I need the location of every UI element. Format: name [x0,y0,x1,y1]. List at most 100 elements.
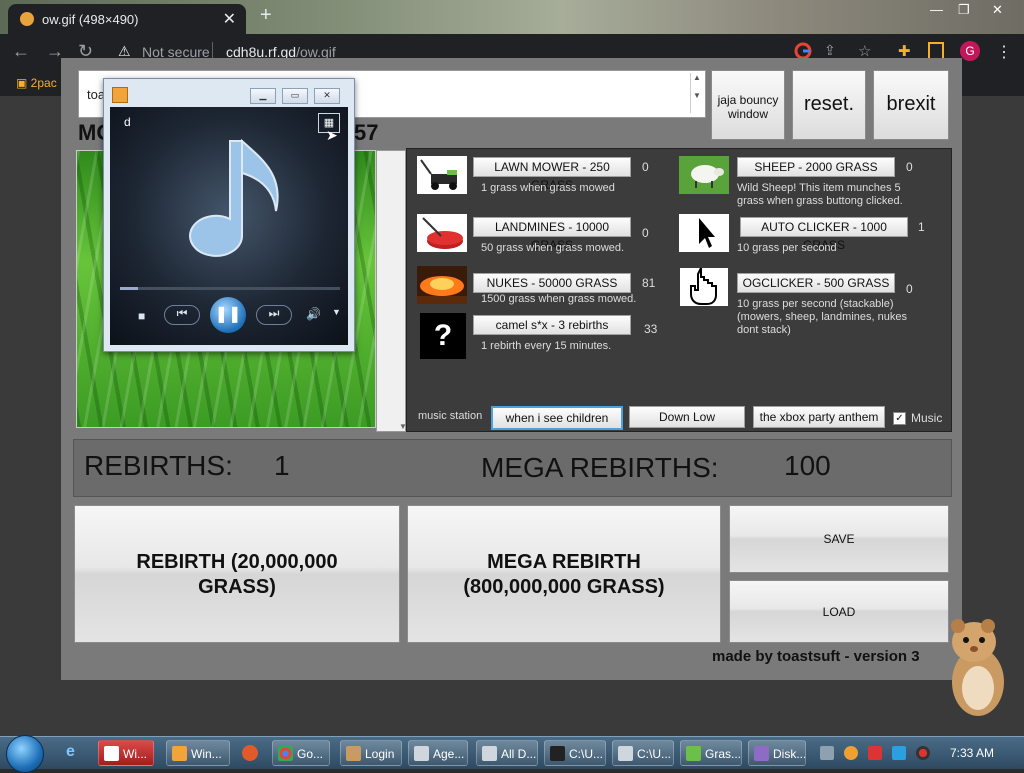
buy-nukes-button[interactable]: NUKES - 50000 GRASS [473,273,631,293]
buy-landmines-button[interactable]: LANDMINES - 10000 GRASS [473,217,631,252]
camel-desc: 1 rebirth every 15 minutes. [481,340,612,352]
taskbar-item-3[interactable]: Go... [272,740,330,766]
stop-icon[interactable]: ■ [138,309,145,323]
taskbar-app-icon[interactable] [242,745,258,761]
restore-window-icon[interactable]: ❐ [958,2,970,18]
taskbar-item-9-label: Gras... [705,747,742,761]
previous-icon[interactable]: ⏮ [164,305,200,325]
more-menu-icon[interactable]: ⋮ [996,42,1014,61]
auto-clicker-desc: 10 grass per second [737,242,837,254]
tab-title: ow.gif (498×490) [42,12,139,27]
buy-ogclicker-button[interactable]: OGCLICKER - 500 GRASS [737,273,895,293]
internet-explorer-icon[interactable]: e [66,743,75,761]
pause-icon[interactable]: ❚❚ [210,297,246,333]
taskbar-app-icon [346,746,361,761]
media-player-window: ▁ ▭ ✕ d ▦ ■ ⏮ ❚❚ ⏭ 🔊 ▼ ➤ [103,78,355,352]
track-button-2[interactable]: Down Low [629,406,745,428]
mega-rebirths-value: 100 [784,450,831,481]
rebirth-stats-bar: REBIRTHS: 1 MEGA REBIRTHS: 100 [73,439,952,497]
ogclicker-count: 0 [906,282,913,296]
music-checkbox[interactable]: ✓ [893,412,906,425]
tray-icon[interactable] [820,746,834,760]
media-player-icon [112,87,128,103]
folder-icon [618,746,633,761]
auto-clicker-count: 1 [918,220,925,234]
minimize-window-icon[interactable]: — [930,2,943,17]
taskbar-item-1[interactable]: Wi... [98,740,154,766]
textbox-scrollbar[interactable]: ▲ ▼ [690,73,703,113]
taskbar-item-1-label: Wi... [123,747,147,761]
next-icon[interactable]: ⏭ [256,305,292,325]
reset-button[interactable]: reset. [792,70,866,140]
bookmark-2pac[interactable]: ▣ 2pac [16,76,57,90]
taskbar-app-icon [414,746,429,761]
tray-icon[interactable] [892,746,906,760]
vertical-scrollbar[interactable]: ▼ [376,150,407,432]
buy-camel-button[interactable]: camel s*x - 3 rebirths [473,315,631,335]
reset-label: reset. [803,93,855,115]
mega-rebirths-label: MEGA REBIRTHS: [481,452,719,483]
rebirths-label: REBIRTHS: [84,450,233,481]
taskbar-item-8[interactable]: C:\U... [612,740,674,766]
taskbar-item-6[interactable]: All D... [476,740,538,766]
jaja-bouncy-window-button[interactable]: jaja bouncy window [711,70,785,140]
taskbar-item-7[interactable]: C:\U... [544,740,606,766]
mouse-pointer-icon: ➤ [326,127,338,143]
chrome-icon [278,746,293,761]
new-tab-icon[interactable]: + [260,4,272,27]
track-button-1[interactable]: when i see children [491,406,623,430]
mega-rebirth-button-line1: MEGA REBIRTH [487,551,641,573]
music-station-label: music station [418,410,483,422]
sheep-icon [679,156,729,194]
tray-icon[interactable] [916,746,930,760]
volume-icon[interactable]: 🔊 [306,307,321,321]
seek-bar[interactable] [120,287,340,290]
browser-tab[interactable]: ow.gif (498×490) ✕ [8,4,246,34]
money-suffix: 57 [354,120,379,145]
load-button[interactable]: LOAD [729,580,949,643]
save-label: SAVE [823,532,855,546]
song-title: d [124,115,131,129]
lawn-mower-count: 0 [642,160,649,174]
load-label: LOAD [822,605,856,619]
now-playing-screen: d ▦ ■ ⏮ ❚❚ ⏭ 🔊 ▼ [110,107,348,345]
taskbar-item-2[interactable]: Win... [166,740,230,766]
credit-text: made by toastsuft - version 3 [712,648,920,665]
mega-rebirth-button[interactable]: MEGA REBIRTH (800,000,000 GRASS) [407,505,721,643]
player-close-button[interactable]: ✕ [314,88,340,104]
volume-dropdown-icon[interactable]: ▼ [332,307,341,317]
nukes-count: 81 [642,276,656,290]
nukes-desc: 1500 grass when grass mowed. [481,293,637,305]
taskbar-item-5-label: Age... [433,747,465,761]
start-button[interactable] [6,735,44,773]
buy-lawn-mower-button[interactable]: LAWN MOWER - 250 GRASS [473,157,631,192]
question-mark-icon: ? [420,313,466,359]
taskbar-item-4[interactable]: Login [340,740,402,766]
taskbar-app-icon [686,746,701,761]
taskbar-item-9[interactable]: Gras... [680,740,742,766]
music-checkbox-label[interactable]: Music [911,411,942,425]
profile-avatar[interactable]: G [960,41,980,61]
taskbar-item-2-label: Win... [191,747,222,761]
rebirth-button[interactable]: REBIRTH (20,000,000 GRASS) [74,505,400,643]
rebirth-button-line2: GRASS) [198,576,276,598]
player-minimize-button[interactable]: ▁ [250,88,276,104]
tray-icon[interactable] [868,746,882,760]
lawn-mower-icon [417,156,467,194]
tray-icon[interactable] [844,746,858,760]
close-tab-icon[interactable]: ✕ [223,9,236,29]
buy-auto-clicker-button[interactable]: AUTO CLICKER - 1000 GRASS [740,217,908,252]
buy-sheep-button[interactable]: SHEEP - 2000 GRASS [737,157,895,177]
player-maximize-button[interactable]: ▭ [282,88,308,104]
back-icon[interactable]: ← [12,41,30,62]
taskbar-item-10[interactable]: Disk... [748,740,806,766]
explosion-icon [417,266,467,304]
clock[interactable]: 7:33 AM [950,746,994,760]
brexit-button[interactable]: brexit [873,70,949,140]
sheep-count: 0 [906,160,913,174]
save-button[interactable]: SAVE [729,505,949,573]
track-button-3[interactable]: the xbox party anthem [753,406,885,428]
close-window-icon[interactable]: ✕ [992,2,1003,18]
taskbar-item-5[interactable]: Age... [408,740,468,766]
hand-cursor-icon [680,268,728,306]
